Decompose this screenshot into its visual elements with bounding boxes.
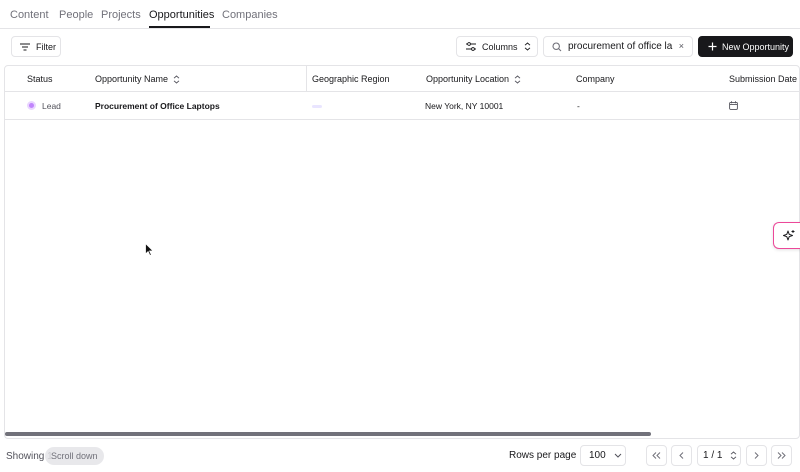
company-cell: - — [577, 101, 580, 111]
last-page-icon — [777, 452, 786, 459]
column-header-company[interactable]: Company — [576, 74, 615, 84]
location-cell: New York, NY 10001 — [425, 101, 504, 111]
page-select[interactable]: 1 / 1 — [697, 445, 741, 466]
column-header-label: Opportunity Location — [426, 74, 510, 84]
tab-opportunities[interactable]: Opportunities — [149, 9, 214, 21]
filter-button[interactable]: Filter — [11, 36, 61, 57]
scroll-hint-toast: Scroll down — [45, 447, 104, 465]
sort-icon — [514, 74, 521, 84]
status-cell: Lead — [42, 101, 61, 111]
rows-per-page-label: Rows per page — [509, 450, 577, 461]
clear-search-button[interactable]: × — [679, 41, 684, 51]
page-value: 1 / 1 — [703, 450, 723, 461]
first-page-button[interactable] — [646, 445, 667, 466]
prev-page-icon — [679, 452, 684, 459]
horizontal-scrollbar[interactable] — [5, 432, 651, 436]
status-indicator-icon — [27, 101, 36, 110]
sort-icon — [173, 74, 180, 84]
prev-page-button[interactable] — [671, 445, 692, 466]
column-header-opportunity-name[interactable]: Opportunity Name — [95, 74, 180, 84]
column-header-label: Opportunity Name — [95, 74, 169, 84]
column-divider[interactable] — [306, 66, 307, 92]
last-page-button[interactable] — [771, 445, 792, 466]
column-header-opportunity-location[interactable]: Opportunity Location — [426, 74, 521, 84]
first-page-icon — [652, 452, 661, 459]
table-header: Status Opportunity Name Geographic Regio… — [5, 66, 799, 92]
search-icon — [552, 42, 562, 52]
tab-projects[interactable]: Projects — [101, 9, 141, 21]
new-opportunity-label: New Opportunity — [722, 41, 790, 52]
next-page-button[interactable] — [746, 445, 767, 466]
plus-icon — [708, 42, 717, 51]
filter-icon — [20, 42, 30, 51]
search-input[interactable] — [568, 39, 676, 54]
column-header-geographic-region[interactable]: Geographic Region — [312, 74, 390, 84]
active-tab-indicator — [149, 26, 210, 28]
table-row[interactable]: Lead Procurement of Office Laptops New Y… — [5, 92, 799, 120]
opportunities-table: Status Opportunity Name Geographic Regio… — [4, 65, 800, 439]
next-page-icon — [754, 452, 759, 459]
columns-icon — [466, 42, 476, 51]
calendar-icon[interactable] — [729, 101, 738, 110]
ai-assistant-button[interactable] — [773, 222, 800, 249]
column-header-submission-date[interactable]: Submission Date — [729, 74, 797, 84]
tab-bar: Content People Projects Opportunities Co… — [0, 0, 800, 29]
columns-button[interactable]: Columns — [456, 36, 538, 57]
search-box: × — [543, 36, 693, 57]
opportunity-name-cell[interactable]: Procurement of Office Laptops — [95, 101, 220, 111]
columns-button-label: Columns — [482, 41, 518, 52]
rows-per-page-select[interactable]: 100 — [580, 445, 626, 466]
mouse-cursor-icon — [145, 243, 154, 256]
chevron-down-icon — [614, 453, 622, 458]
chevron-updown-icon — [731, 451, 737, 460]
sparkle-icon — [782, 229, 794, 240]
column-header-status[interactable]: Status — [27, 74, 53, 84]
new-opportunity-button[interactable]: New Opportunity — [698, 36, 793, 57]
chevron-updown-icon — [524, 42, 530, 51]
filter-button-label: Filter — [36, 41, 56, 52]
rows-per-page-value: 100 — [589, 450, 606, 461]
region-tag — [312, 105, 322, 108]
tab-companies[interactable]: Companies — [222, 9, 278, 21]
tab-content[interactable]: Content — [10, 9, 49, 21]
tab-people[interactable]: People — [59, 9, 93, 21]
